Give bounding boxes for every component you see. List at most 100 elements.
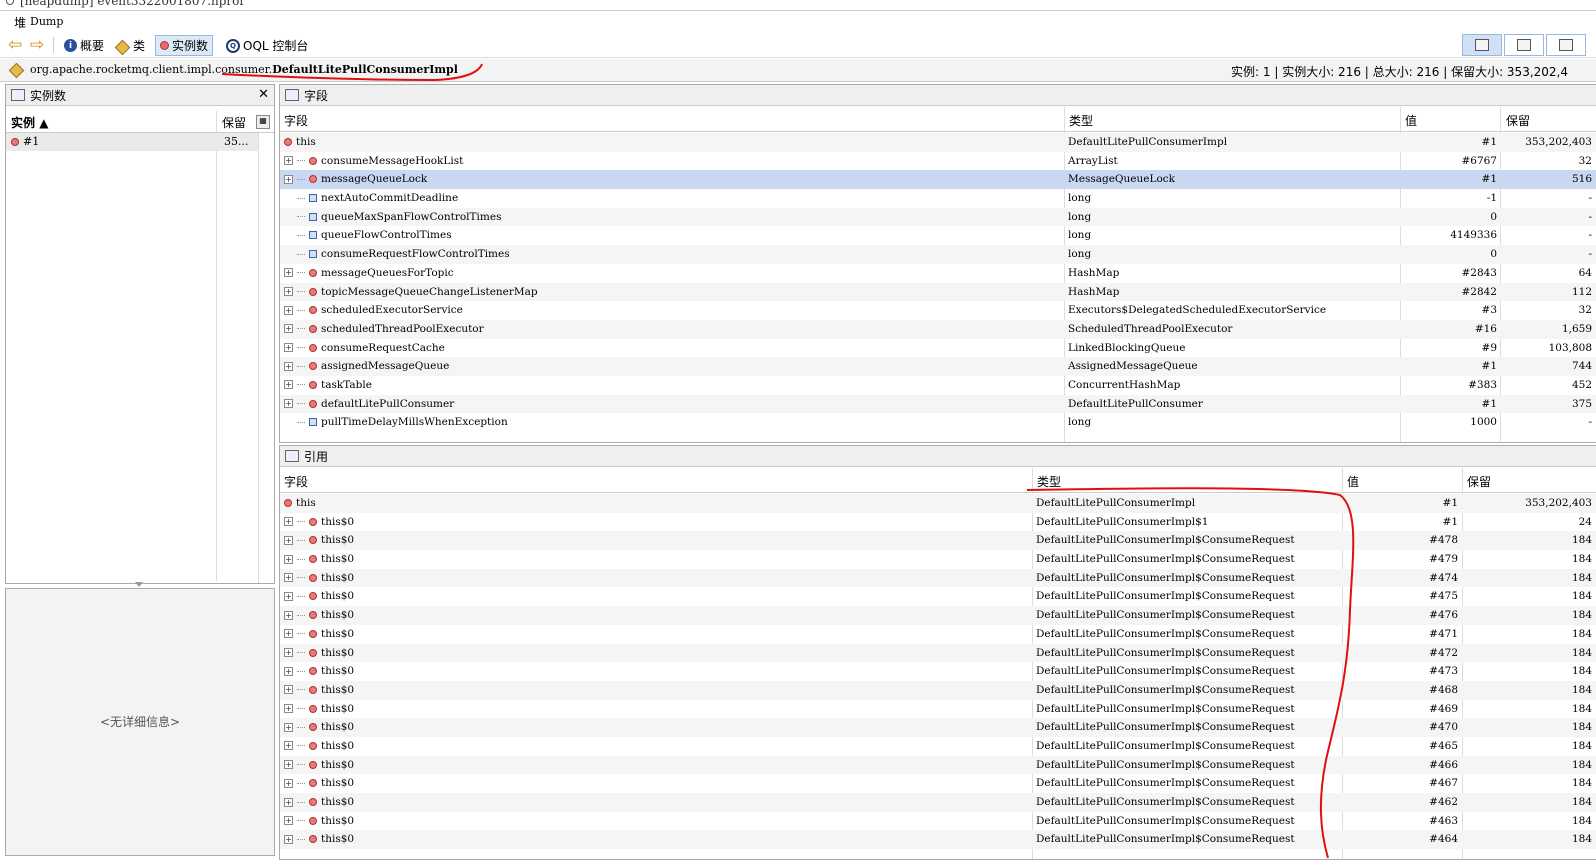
table-row[interactable]: + this$0 DefaultLitePullConsumerImpl$Consu…	[280, 643, 1596, 663]
vertical-scrollbar[interactable]	[258, 133, 274, 583]
table-row[interactable]: + this$0 DefaultLitePullConsumerImpl$Consu…	[280, 662, 1596, 681]
table-row[interactable]: + this$0 DefaultLitePullConsumerImpl$Consu…	[280, 550, 1596, 569]
expand-icon[interactable]: +	[284, 778, 293, 788]
expand-icon[interactable]: +	[284, 287, 293, 296]
table-row[interactable]: + this$0 DefaultLitePullConsumerImpl$1 #1 24	[280, 513, 1596, 532]
table-row[interactable]: + this$0 DefaultLitePullConsumerImpl$Consu…	[280, 531, 1596, 551]
expand-icon[interactable]: +	[284, 174, 293, 184]
table-row[interactable]: this DefaultLitePullConsumerImpl #1 353,202…	[280, 133, 1596, 152]
tree-connector	[297, 197, 305, 199]
table-row[interactable]: queueMaxSpanFlowControlTimes long 0 -	[280, 207, 1596, 227]
table-row[interactable]: + this$0 DefaultLitePullConsumerImpl$Consu…	[280, 700, 1596, 719]
expand-icon[interactable]: +	[284, 741, 293, 751]
expand-icon[interactable]: +	[284, 797, 293, 807]
table-row[interactable]: + consumeMessageHookList ArrayList #6767 32	[280, 152, 1596, 171]
expand-icon[interactable]: +	[284, 399, 293, 409]
expand-icon[interactable]: +	[284, 305, 293, 315]
table-row[interactable]: + taskTable ConcurrentHashMap #383 452	[280, 376, 1596, 395]
expand-icon[interactable]: +	[284, 666, 293, 676]
oql-console-button[interactable]: Q OQL 控制台	[222, 35, 312, 56]
table-row[interactable]: + scheduledThreadPoolExecutor ScheduledThr…	[280, 319, 1596, 339]
table-row[interactable]: pullTimeDelayMillsWhenException long 1000 -	[280, 413, 1596, 432]
view-toggle-1[interactable]	[1462, 34, 1502, 56]
column-chooser-icon[interactable]: ▦	[256, 115, 270, 129]
table-row[interactable]: + this$0 DefaultLitePullConsumerImpl$Consu…	[280, 812, 1596, 831]
expand-icon[interactable]: +	[284, 268, 293, 278]
table-row[interactable]: + this$0 DefaultLitePullConsumerImpl$Consu…	[280, 625, 1596, 644]
tree-layout-icon	[1517, 39, 1531, 51]
table-row[interactable]: this DefaultLitePullConsumerImpl #1 353,202…	[280, 494, 1596, 513]
table-row[interactable]: + this$0 DefaultLitePullConsumerImpl$Consu…	[280, 587, 1596, 606]
classes-button[interactable]: 类	[112, 35, 149, 56]
field-name: + messageQueueLock	[284, 173, 427, 185]
instances-button[interactable]: 实例数	[155, 35, 214, 56]
table-row[interactable]: + this$0 DefaultLitePullConsumerImpl$Consu…	[280, 737, 1596, 756]
expand-icon[interactable]: +	[284, 156, 293, 166]
table-row[interactable]: + assignedMessageQueue AssignedMessageQueu…	[280, 357, 1596, 376]
table-row[interactable]: + this$0 DefaultLitePullConsumerImpl$Consu…	[280, 830, 1596, 850]
table-row[interactable]: + this$0 DefaultLitePullConsumerImpl$Consu…	[280, 793, 1596, 812]
expand-icon[interactable]: +	[284, 685, 293, 695]
table-row[interactable]: + defaultLitePullConsumer DefaultLitePullC…	[280, 394, 1596, 414]
forward-button[interactable]: ⇨	[26, 35, 48, 56]
table-row[interactable]: + consumeRequestCache LinkedBlockingQueue #…	[280, 339, 1596, 358]
field-retained: 32	[1578, 154, 1592, 167]
editor-tab[interactable]: [heapdump] event3322001807.hprof	[0, 0, 1596, 10]
table-row[interactable]: + this$0 DefaultLitePullConsumerImpl$Consu…	[280, 718, 1596, 737]
table-row[interactable]: consumeRequestFlowControlTimes long 0 -	[280, 245, 1596, 264]
col-retained[interactable]: 保留	[222, 114, 246, 131]
expand-icon[interactable]: +	[284, 722, 293, 732]
table-row[interactable]: + topicMessageQueueChangeListenerMap HashM…	[280, 282, 1596, 302]
table-row[interactable]: + messageQueuesForTopic HashMap #2843 64	[280, 264, 1596, 283]
field-name-label: scheduledThreadPoolExecutor	[321, 322, 484, 335]
table-row[interactable]: + this$0 DefaultLitePullConsumerImpl$Consu…	[280, 606, 1596, 625]
field-value: 0	[1490, 210, 1497, 223]
table-row[interactable]: + messageQueueLock MessageQueueLock #1 516	[280, 170, 1596, 190]
expand-icon[interactable]: +	[284, 760, 293, 770]
table-row[interactable]: nextAutoCommitDeadline long -1 -	[280, 189, 1596, 208]
field-retained: 112	[1571, 285, 1592, 298]
expand-icon[interactable]: +	[284, 648, 293, 657]
col-type[interactable]: 类型	[1037, 473, 1061, 490]
field-type: LinkedBlockingQueue	[1068, 341, 1186, 354]
expand-icon[interactable]: +	[284, 517, 293, 527]
col-type[interactable]: 类型	[1069, 112, 1093, 129]
expand-icon[interactable]: +	[284, 380, 293, 390]
expand-icon[interactable]: +	[284, 535, 293, 545]
expand-icon[interactable]: +	[284, 591, 293, 601]
col-field[interactable]: 字段	[284, 112, 308, 129]
summary-button[interactable]: i 概要	[60, 35, 108, 56]
expand-icon[interactable]: +	[284, 834, 293, 844]
view-toggle-3[interactable]	[1546, 34, 1586, 56]
view-toggle-2[interactable]	[1504, 34, 1544, 56]
table-row[interactable]: + scheduledExecutorService Executors$Deleg…	[280, 301, 1596, 320]
expand-icon[interactable]: +	[284, 554, 293, 564]
object-icon	[309, 362, 317, 371]
table-row[interactable]: queueFlowControlTimes long 4149336 -	[280, 226, 1596, 245]
expand-icon[interactable]: +	[284, 343, 293, 353]
table-row[interactable]: + this$0 DefaultLitePullConsumerImpl$Consu…	[280, 755, 1596, 775]
col-value[interactable]: 值	[1405, 112, 1417, 129]
expand-icon[interactable]: +	[284, 324, 293, 334]
col-field[interactable]: 字段	[284, 473, 308, 490]
col-retained[interactable]: 保留	[1506, 112, 1530, 129]
table-row[interactable]: + this$0 DefaultLitePullConsumerImpl$Consu…	[280, 568, 1596, 588]
expand-icon[interactable]: +	[284, 610, 293, 620]
expand-icon[interactable]: +	[284, 573, 293, 583]
instance-row[interactable]: #1 35...	[6, 133, 258, 151]
table-row[interactable]: + this$0 DefaultLitePullConsumerImpl$Consu…	[280, 774, 1596, 793]
col-value[interactable]: 值	[1347, 473, 1359, 490]
back-button[interactable]: ⇦	[4, 35, 26, 56]
col-instance[interactable]: 实例 ▲	[11, 114, 48, 131]
field-type: DefaultLitePullConsumerImpl$ConsumeReque…	[1036, 646, 1295, 659]
splitter-handle[interactable]	[135, 582, 143, 587]
expand-icon[interactable]: +	[284, 361, 293, 371]
expand-icon[interactable]: +	[284, 629, 293, 639]
tree-connector	[297, 421, 305, 423]
expand-icon[interactable]: +	[284, 816, 293, 826]
table-row[interactable]: + this$0 DefaultLitePullConsumerImpl$Consu…	[280, 680, 1596, 700]
col-retained[interactable]: 保留	[1467, 473, 1491, 490]
expand-icon[interactable]: +	[284, 704, 293, 714]
close-icon[interactable]: ✕	[258, 87, 269, 102]
no-detail-message: <无详细信息>	[99, 715, 181, 729]
